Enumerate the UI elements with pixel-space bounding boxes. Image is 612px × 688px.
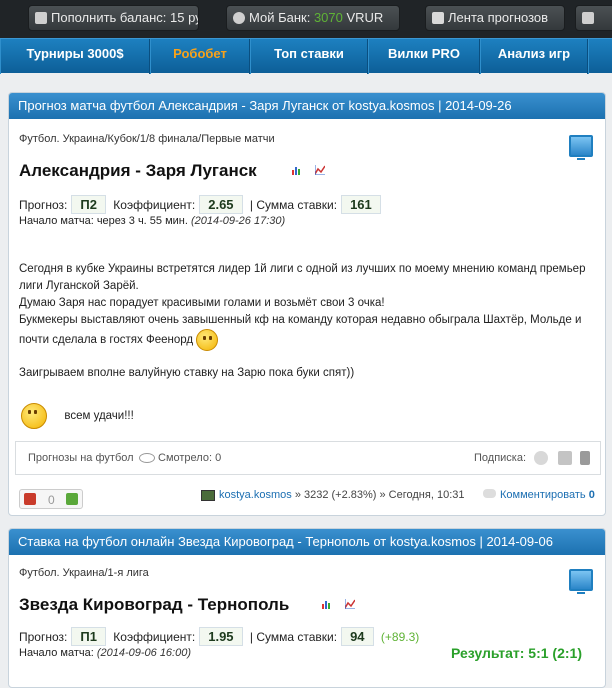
my-bank-button[interactable]: Мой Банк: 3070 VRUR bbox=[226, 5, 400, 31]
bank-amount: 3070 bbox=[313, 10, 343, 25]
start-time-row: Начало матча: через 3 ч. 55 мин. (2014-0… bbox=[19, 215, 285, 227]
stake-label: | Сумма ставки: bbox=[249, 198, 338, 212]
match-result: Результат: 5:1 (2:1) bbox=[451, 645, 582, 661]
prognoz-label: Прогноз: bbox=[19, 198, 68, 212]
match-title: Александрия - Заря Луганск bbox=[19, 161, 257, 180]
stake-value: 161 bbox=[341, 195, 381, 214]
coef-value: 1.95 bbox=[199, 627, 243, 646]
start-label: Начало матча: через 3 ч. 55 мин. bbox=[19, 215, 188, 227]
coef-label: Коэффициент: bbox=[113, 198, 196, 212]
envelope-icon bbox=[582, 12, 594, 24]
vote-widget: 0 bbox=[19, 489, 83, 509]
start-date: (2014-09-06 16:00) bbox=[96, 647, 192, 659]
eye-icon bbox=[139, 453, 155, 463]
top-bar: Пополнить баланс: 15 руб Мой Банк: 3070 … bbox=[0, 0, 612, 38]
email-subscribe-icon[interactable] bbox=[534, 451, 548, 465]
bank-currency: VRUR bbox=[342, 10, 384, 25]
post-header[interactable]: Прогноз матча футбол Александрия - Заря … bbox=[9, 93, 605, 119]
messages-button[interactable] bbox=[575, 5, 612, 31]
rss-subscribe-icon[interactable] bbox=[558, 451, 572, 465]
mobile-subscribe-icon[interactable] bbox=[580, 451, 590, 465]
author-avatar-icon bbox=[201, 489, 215, 501]
author-meta: kostya.kosmos » 3232 (+2.83%) » Сегодня,… bbox=[201, 489, 464, 501]
bar-chart-icon[interactable] bbox=[321, 599, 331, 609]
line-chart-icon[interactable] bbox=[315, 165, 325, 175]
views-count: Смотрело: 0 bbox=[158, 452, 222, 464]
comment-link[interactable]: Комментировать 0 bbox=[483, 489, 595, 501]
subscribe-label: Подписка: bbox=[474, 452, 527, 464]
nav-forks-pro[interactable]: Вилки PRO bbox=[368, 39, 480, 74]
comment-icon bbox=[483, 489, 496, 498]
forecast-post: Прогноз матча футбол Александрия - Заря … bbox=[8, 92, 606, 516]
smiley-icon bbox=[21, 403, 47, 429]
thumbs-down-icon[interactable] bbox=[24, 493, 36, 505]
main-nav: Турниры 3000$ Робобет Топ ставки Вилки P… bbox=[0, 38, 612, 74]
nav-more[interactable] bbox=[588, 39, 612, 74]
author-stats: » 3232 (+2.83%) » Сегодня, 10:31 bbox=[294, 489, 465, 501]
coef-label: Коэффициент: bbox=[113, 630, 196, 644]
post-header[interactable]: Ставка на футбол онлайн Звезда Кировогра… bbox=[9, 529, 605, 555]
thumbs-up-icon[interactable] bbox=[66, 493, 78, 505]
bet-info-row: Прогноз: П1 Коэффициент: 1.95 | Сумма став… bbox=[19, 627, 419, 646]
vote-count: 0 bbox=[48, 493, 55, 507]
profit-value: (+89.3) bbox=[380, 630, 420, 644]
stake-label: | Сумма ставки: bbox=[249, 630, 338, 644]
good-luck-text: всем удачи!!! bbox=[64, 410, 134, 423]
nav-tournaments[interactable]: Турниры 3000$ bbox=[0, 39, 150, 74]
live-tv-icon[interactable] bbox=[569, 569, 593, 594]
match-title: Звезда Кировоград - Тернополь bbox=[19, 595, 290, 614]
bank-prefix: Мой Банк: bbox=[249, 10, 314, 25]
post-paragraph: Сегодня в кубке Украины встретятся лидер… bbox=[19, 263, 586, 292]
wallet-icon bbox=[35, 12, 47, 24]
live-tv-icon[interactable] bbox=[569, 135, 593, 160]
smiley-icon bbox=[196, 329, 219, 351]
prognoz-value: П1 bbox=[71, 627, 106, 646]
balance-label: Пополнить баланс: 15 руб bbox=[51, 10, 199, 25]
breadcrumb: Футбол. Украина/1-я лига bbox=[19, 567, 149, 579]
rss-icon bbox=[432, 12, 444, 24]
nav-top-bets[interactable]: Топ ставки bbox=[250, 39, 368, 74]
category-link[interactable]: Прогнозы на футбол bbox=[28, 452, 134, 464]
money-bag-icon bbox=[233, 12, 245, 24]
bar-chart-icon[interactable] bbox=[291, 165, 301, 175]
prognoz-label: Прогноз: bbox=[19, 630, 68, 644]
top-up-balance-button[interactable]: Пополнить баланс: 15 руб bbox=[28, 5, 199, 31]
forecast-feed-button[interactable]: Лента прогнозов bbox=[425, 5, 565, 31]
prognoz-value: П2 bbox=[71, 195, 106, 214]
post-footer-bar: Прогнозы на футбол Смотрело: 0 Подписка: bbox=[15, 441, 601, 475]
nav-game-analysis[interactable]: Анализ игр bbox=[480, 39, 588, 74]
feed-label: Лента прогнозов bbox=[448, 10, 549, 25]
nav-robobet[interactable]: Робобет bbox=[150, 39, 250, 74]
post-text: Сегодня в кубке Украины встретятся лидер… bbox=[19, 261, 599, 382]
line-chart-icon[interactable] bbox=[345, 599, 355, 609]
start-label: Начало матча: bbox=[19, 647, 94, 659]
stake-value: 94 bbox=[341, 627, 374, 646]
coef-value: 2.65 bbox=[199, 195, 243, 214]
good-luck-row: всем удачи!!! bbox=[21, 403, 134, 429]
breadcrumb: Футбол. Украина/Кубок/1/8 финала/Первые … bbox=[19, 133, 275, 145]
start-date: (2014-09-26 17:30) bbox=[190, 215, 286, 227]
post-paragraph: Заигрываем вполне валуйную ставку на Зар… bbox=[19, 367, 355, 379]
start-time-row: Начало матча: (2014-09-06 16:00) bbox=[19, 647, 191, 659]
bet-info-row: Прогноз: П2 Коэффициент: 2.65 | Сумма став… bbox=[19, 195, 385, 214]
post-paragraph: Букмекеры выставляют очень завышенный кф… bbox=[19, 312, 599, 351]
forecast-post: Ставка на футбол онлайн Звезда Кировогра… bbox=[8, 528, 606, 688]
author-link[interactable]: kostya.kosmos bbox=[219, 489, 292, 501]
post-paragraph: Думаю Заря нас порадует красивыми голами… bbox=[19, 297, 385, 309]
